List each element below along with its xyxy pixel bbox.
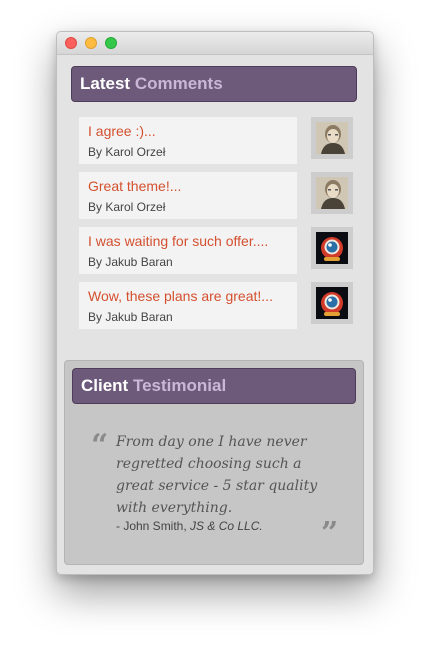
latest-comments-header-word2: Comments: [134, 74, 223, 93]
comment-author: By Karol Orzeł: [88, 145, 166, 159]
astronaut-icon: [316, 287, 348, 319]
widget-content: Latest Comments I agree :)... By Karol O…: [57, 55, 373, 574]
man-portrait-avatar[interactable]: [311, 117, 353, 159]
astronaut-avatar[interactable]: [311, 282, 353, 324]
open-quote-icon: “: [91, 428, 109, 463]
maximize-window-button[interactable]: [105, 37, 117, 49]
man-portrait-icon: [316, 177, 348, 209]
comment-item[interactable]: Great theme!... By Karol Orzeł: [79, 172, 297, 219]
comment-item[interactable]: I agree :)... By Karol Orzeł: [79, 117, 297, 164]
testimonial-quote: From day one I have never regretted choo…: [116, 434, 318, 516]
minimize-window-button[interactable]: [85, 37, 97, 49]
comment-author: By Jakub Baran: [88, 310, 173, 324]
astronaut-avatar[interactable]: [311, 227, 353, 269]
comment-author: By Jakub Baran: [88, 255, 173, 269]
comment-title-link[interactable]: Great theme!...: [88, 177, 297, 195]
astronaut-icon: [316, 232, 348, 264]
comment-item[interactable]: Wow, these plans are great!... By Jakub …: [79, 282, 297, 329]
comment-title-link[interactable]: I was waiting for such offer....: [88, 232, 297, 250]
comment-author: By Karol Orzeł: [88, 200, 166, 214]
comment-title-link[interactable]: Wow, these plans are great!...: [88, 287, 297, 305]
latest-comments-header: Latest Comments: [71, 66, 357, 102]
comment-item[interactable]: I was waiting for such offer.... By Jaku…: [79, 227, 297, 274]
close-window-button[interactable]: [65, 37, 77, 49]
client-testimonial-header: Client Testimonial: [72, 368, 356, 404]
client-testimonial-header-word1: Client: [81, 376, 129, 395]
man-portrait-avatar[interactable]: [311, 172, 353, 214]
testimonial-signature: - John Smith, JS & Co LLC.: [116, 519, 316, 533]
client-testimonial-header-word2: Testimonial: [132, 376, 227, 395]
man-portrait-icon: [316, 122, 348, 154]
window-titlebar[interactable]: [57, 32, 373, 55]
testimonial-company: JS & Co LLC.: [190, 519, 263, 533]
testimonial-panel: Client Testimonial “ From day one I have…: [64, 360, 364, 565]
app-window: Latest Comments I agree :)... By Karol O…: [56, 31, 374, 575]
testimonial-author: - John Smith,: [116, 519, 191, 533]
latest-comments-header-word1: Latest: [80, 74, 131, 93]
close-quote-icon: ”: [321, 516, 339, 551]
comment-title-link[interactable]: I agree :)...: [88, 122, 297, 140]
